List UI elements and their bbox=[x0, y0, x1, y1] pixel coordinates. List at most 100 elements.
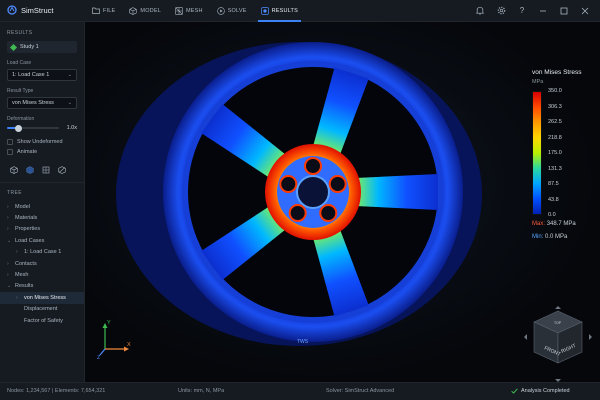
show-undeformed-label: Show Undeformed bbox=[17, 139, 63, 145]
left-panel: RESULTS Study 1 Load Case 1: Load Case 1… bbox=[0, 22, 85, 382]
status-analysis: Analysis Completed bbox=[511, 388, 570, 394]
legend-tick: 43.8 bbox=[548, 196, 559, 203]
axis-z-label: Z bbox=[97, 355, 101, 359]
tree-item-label: Results bbox=[15, 283, 34, 290]
results-section-title: RESULTS bbox=[7, 30, 33, 36]
animate-checkbox[interactable]: Animate bbox=[7, 147, 77, 157]
menu-model[interactable]: MODEL bbox=[122, 0, 168, 22]
menu-mesh-label: MESH bbox=[185, 7, 203, 14]
legend-max: Max: 348.7 MPa bbox=[532, 221, 598, 227]
tree-item-load-case-1[interactable]: › 1: Load Case 1 bbox=[7, 247, 77, 258]
app-logo-icon bbox=[7, 4, 17, 17]
tree-item-properties[interactable]: › Properties bbox=[7, 224, 77, 235]
minimize-icon[interactable] bbox=[538, 6, 548, 16]
result-type-label: Result Type bbox=[7, 88, 34, 94]
tree-item-label: Contacts bbox=[15, 260, 37, 267]
probe-icon[interactable] bbox=[41, 165, 50, 174]
results-icon bbox=[260, 6, 269, 15]
legend-title: von Mises Stress bbox=[532, 69, 582, 76]
tree-item-factor-of-safety[interactable]: Factor of Safety bbox=[7, 315, 77, 326]
chevron-right-icon: › bbox=[7, 272, 9, 279]
legend-tick: 0.0 bbox=[548, 212, 556, 218]
close-icon[interactable] bbox=[580, 6, 590, 16]
tree-section-title: TREE bbox=[7, 190, 22, 196]
tree-item-displacement[interactable]: Displacement bbox=[7, 304, 77, 315]
legend-tick: 218.8 bbox=[548, 134, 562, 141]
maximize-icon[interactable] bbox=[559, 6, 569, 16]
tree-item-label: Mesh bbox=[15, 272, 29, 279]
animate-label: Animate bbox=[17, 149, 38, 155]
stress-legend: von Mises Stress MPa 350.0 306.3 262.5 2… bbox=[532, 69, 598, 247]
view-tools bbox=[7, 165, 77, 174]
view-cube-arrow-right-icon[interactable] bbox=[589, 334, 592, 340]
chevron-right-icon: › bbox=[7, 215, 9, 222]
tree-item-von-mises-stress[interactable]: › von Mises Stress bbox=[0, 292, 84, 304]
tree-item-load-cases[interactable]: ⌄ Load Cases bbox=[7, 235, 77, 246]
axis-triad: Y X Z bbox=[97, 320, 131, 359]
section-icon[interactable] bbox=[57, 165, 66, 174]
show-undeformed-checkbox[interactable]: Show Undeformed bbox=[7, 137, 77, 147]
tree-item-model[interactable]: › Model bbox=[7, 201, 77, 212]
axis-y-label: Y bbox=[107, 320, 111, 326]
menu-solve[interactable]: SOLVE bbox=[210, 0, 254, 22]
min-value: 0.0 MPa bbox=[545, 234, 568, 240]
deformation-slider-thumb[interactable] bbox=[14, 124, 22, 132]
front-view-icon[interactable] bbox=[25, 165, 34, 174]
main-menu: FILE MODEL MESH SOLVE RESULTS bbox=[85, 0, 305, 22]
status-mesh-stats: Nodes: 1,234,567 | Elements: 7,654,321 bbox=[7, 388, 106, 394]
chevron-down-icon: ⌄ bbox=[7, 283, 12, 290]
view-cube-arrow-up-icon[interactable] bbox=[555, 306, 561, 309]
load-case-value: 1: Load Case 1 bbox=[12, 72, 50, 78]
menu-file[interactable]: FILE bbox=[85, 0, 122, 22]
chevron-down-icon: ⌄ bbox=[7, 237, 12, 244]
tree-item-contacts[interactable]: › Contacts bbox=[7, 258, 77, 269]
study-diamond-icon bbox=[9, 43, 18, 51]
tree-item-label: Materials bbox=[15, 215, 38, 222]
view-cube-arrow-left-icon[interactable] bbox=[524, 334, 527, 340]
iso-view-icon[interactable] bbox=[9, 165, 18, 174]
study-label: Study 1 bbox=[20, 44, 39, 50]
legend-extremes: Max: 348.7 MPa Min: 0.0 MPa bbox=[532, 221, 598, 240]
menu-file-label: FILE bbox=[103, 7, 116, 14]
model-tree: › Model › Materials › Properties ⌄ Load Case… bbox=[0, 201, 84, 326]
view-cube[interactable]: FRONT RIGHT TOP bbox=[518, 305, 598, 382]
app-title: SimStruct bbox=[21, 6, 54, 15]
legend-tick: 350.0 bbox=[548, 88, 562, 94]
legend-colorbar-group: 350.0 306.3 262.5 218.8 175.0 131.3 87.5… bbox=[532, 88, 598, 221]
bell-icon[interactable] bbox=[475, 6, 485, 16]
status-units: Units: mm, N, MPa bbox=[178, 388, 225, 394]
deformation-slider[interactable] bbox=[7, 124, 59, 132]
tree-item-results[interactable]: ⌄ Results bbox=[7, 281, 77, 292]
tree-item-materials[interactable]: › Materials bbox=[7, 212, 77, 223]
deformation-value: 1.0x bbox=[66, 125, 77, 131]
window-controls: ? bbox=[475, 6, 600, 16]
checkbox-box[interactable] bbox=[7, 149, 13, 155]
deformation-label: Deformation bbox=[7, 116, 35, 122]
load-case-select[interactable]: 1: Load Case 1 ⌄ bbox=[7, 69, 77, 81]
chevron-right-icon: › bbox=[7, 226, 9, 233]
tree-item-mesh[interactable]: › Mesh bbox=[7, 269, 77, 280]
chevron-right-icon: › bbox=[16, 294, 18, 301]
axis-x-label: X bbox=[127, 342, 131, 348]
result-type-select[interactable]: von Mises Stress ⌄ bbox=[7, 97, 77, 109]
help-icon[interactable]: ? bbox=[517, 6, 527, 16]
tree-item-label: Model bbox=[15, 203, 30, 210]
gear-icon[interactable] bbox=[496, 6, 506, 16]
tree-item-label: 1: Load Case 1 bbox=[24, 249, 62, 256]
checkbox-box[interactable] bbox=[7, 139, 13, 145]
study-item[interactable]: Study 1 bbox=[7, 41, 77, 53]
chevron-down-icon: ⌄ bbox=[67, 72, 72, 78]
chevron-right-icon: › bbox=[16, 249, 18, 256]
tree-item-label: von Mises Stress bbox=[24, 294, 66, 301]
tree-item-label: Displacement bbox=[24, 306, 58, 313]
center-bore bbox=[296, 175, 330, 209]
tree-item-label: Properties bbox=[15, 226, 41, 233]
legend-unit: MPa bbox=[532, 79, 544, 85]
chevron-right-icon: › bbox=[7, 203, 9, 210]
3d-viewport[interactable]: TWS von Mises Stress MPa 350.0 306.3 262… bbox=[85, 22, 600, 382]
menu-results[interactable]: RESULTS bbox=[254, 0, 305, 22]
max-value: 348.7 MPa bbox=[546, 221, 576, 227]
title-bar: SimStruct FILE MODEL MESH SOLVE RESULTS … bbox=[0, 0, 600, 22]
menu-mesh[interactable]: MESH bbox=[168, 0, 210, 22]
tree-item-label: Factor of Safety bbox=[24, 317, 63, 324]
